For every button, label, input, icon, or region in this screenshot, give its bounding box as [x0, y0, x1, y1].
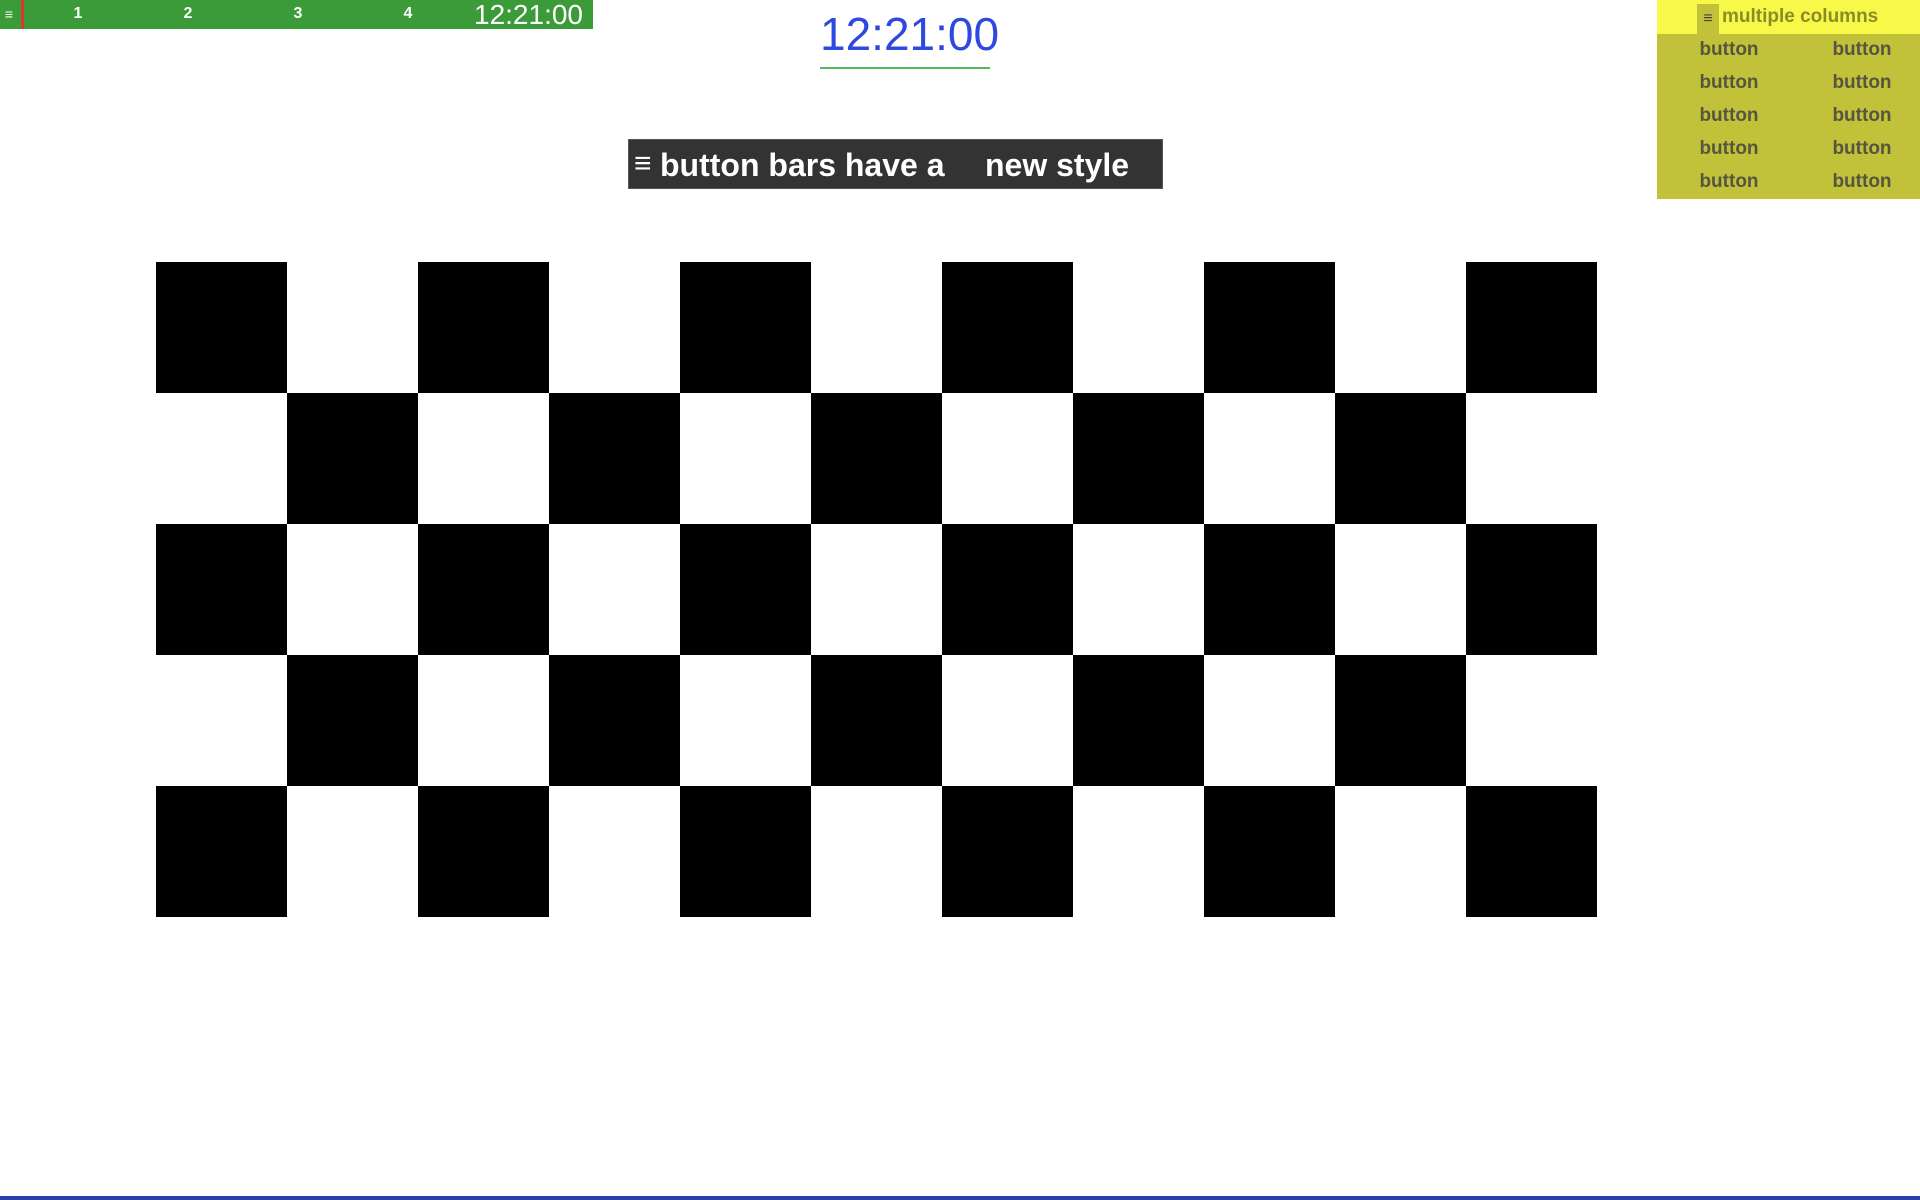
checker-square	[942, 786, 1073, 917]
menu-icon[interactable]: ≡	[634, 149, 652, 179]
menu-icon[interactable]: ≡	[2, 5, 16, 23]
checker-square	[287, 655, 418, 786]
checker-square	[1335, 393, 1466, 524]
panel-header: ≡ multiple columns	[1657, 0, 1920, 34]
checkerboard	[156, 262, 1599, 919]
panel-button[interactable]: button	[1802, 68, 1920, 98]
button-bar: ≡ button bars have a new style	[628, 139, 1163, 189]
checker-square	[418, 262, 549, 393]
checker-square	[1335, 655, 1466, 786]
panel-title: multiple columns	[1722, 6, 1879, 27]
checker-square	[680, 786, 811, 917]
button-bar-label-2[interactable]: new style	[985, 148, 1129, 182]
workspace-button-2[interactable]: 2	[173, 4, 203, 24]
checker-square	[680, 262, 811, 393]
checker-square	[549, 393, 680, 524]
checker-square	[942, 262, 1073, 393]
panel-button[interactable]: button	[1669, 101, 1789, 131]
panel-button[interactable]: button	[1802, 101, 1920, 131]
checker-square	[680, 524, 811, 655]
checker-square	[156, 262, 287, 393]
checker-square	[1466, 786, 1597, 917]
checker-square	[418, 786, 549, 917]
workspace-button-1[interactable]: 1	[63, 4, 93, 24]
workspace-button-3[interactable]: 3	[283, 4, 313, 24]
checker-square	[1073, 655, 1204, 786]
bottom-border	[0, 1196, 1920, 1200]
checker-square	[1073, 393, 1204, 524]
panel-button[interactable]: button	[1669, 68, 1789, 98]
checker-square	[1204, 262, 1335, 393]
checker-square	[287, 393, 418, 524]
checker-square	[418, 524, 549, 655]
center-clock: 12:21:00	[820, 8, 1000, 60]
workspace-button-4[interactable]: 4	[393, 4, 423, 24]
checker-square	[1466, 262, 1597, 393]
panel-button[interactable]: button	[1669, 134, 1789, 164]
checker-square	[811, 655, 942, 786]
checker-square	[1466, 524, 1597, 655]
button-bar-label-1[interactable]: button bars have a	[660, 148, 945, 182]
clock-underline	[820, 67, 990, 69]
bar-clock: 12:21:00	[474, 0, 583, 30]
panel-button[interactable]: button	[1802, 35, 1920, 65]
top-status-bar: ≡ 1 2 3 4 12:21:00	[0, 0, 593, 29]
checker-square	[942, 524, 1073, 655]
checker-square	[156, 524, 287, 655]
panel-button[interactable]: button	[1669, 167, 1789, 197]
checker-square	[1204, 786, 1335, 917]
panel-button[interactable]: button	[1802, 167, 1920, 197]
checker-square	[811, 393, 942, 524]
checker-square	[1204, 524, 1335, 655]
active-indicator	[21, 0, 24, 29]
checker-square	[156, 786, 287, 917]
panel-button[interactable]: button	[1669, 35, 1789, 65]
multiple-columns-panel: ≡ multiple columns button button button …	[1657, 0, 1920, 199]
checker-square	[549, 655, 680, 786]
menu-icon[interactable]: ≡	[1697, 4, 1719, 34]
panel-button[interactable]: button	[1802, 134, 1920, 164]
